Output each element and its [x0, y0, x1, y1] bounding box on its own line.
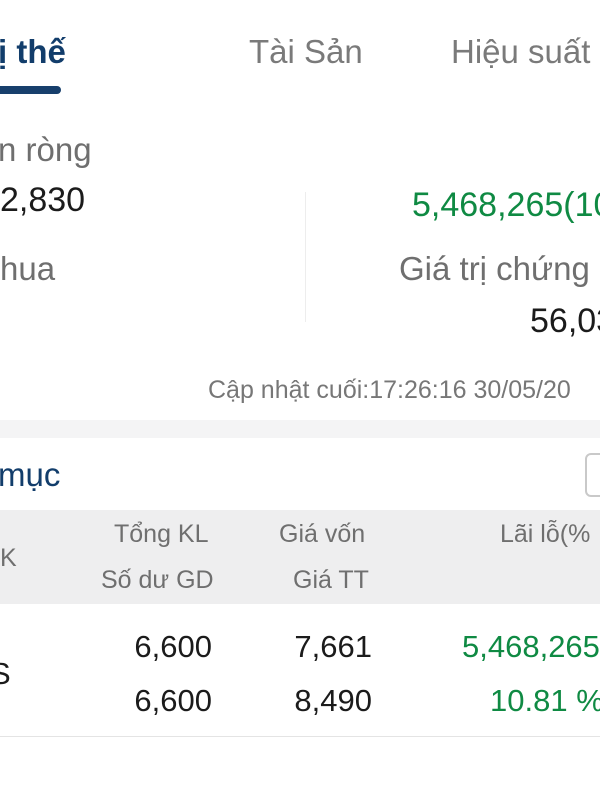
header-cost-price: Giá vốn	[279, 520, 366, 548]
tab-performance[interactable]: Hiệu suất	[451, 32, 590, 72]
portfolio-checkbox[interactable]	[585, 453, 600, 497]
portfolio-title: mục	[0, 456, 61, 493]
securities-value-label: Giá trị chứng	[399, 250, 590, 287]
tab-performance-label: Hiệu suất	[451, 33, 591, 70]
row-divider	[0, 736, 600, 737]
cell-pnl-percent: 10.81 %	[490, 683, 600, 718]
tab-positions-label: ị thế	[0, 33, 66, 70]
net-asset-value: 2,830	[0, 181, 86, 219]
securities-value: 56,03	[530, 302, 600, 340]
tab-assets-label: Tài Sản	[249, 33, 363, 70]
cell-market-price: 8,490	[294, 683, 372, 718]
header-pnl: Lãi lỗ(%	[500, 520, 591, 548]
header-symbol: K	[0, 544, 17, 572]
row-symbol-fragment: S	[0, 656, 11, 691]
cell-total-qty: 6,600	[134, 629, 212, 664]
active-tab-indicator	[0, 86, 61, 94]
last-updated-text: Cập nhật cuối:17:26:16 30/05/20	[208, 376, 571, 404]
header-total-qty: Tổng KL	[114, 520, 209, 548]
header-market-price: Giá TT	[293, 566, 369, 594]
summary-divider	[305, 192, 306, 322]
net-asset-label: n ròng	[0, 131, 92, 168]
tab-positions[interactable]: ị thế	[0, 32, 66, 72]
tab-assets[interactable]: Tài Sản	[249, 32, 363, 72]
cell-tradable-balance: 6,600	[134, 683, 212, 718]
header-tradable-balance: Số dư GD	[101, 566, 214, 594]
profit-loss-value: 5,468,265(10	[412, 186, 600, 224]
section-separator	[0, 420, 600, 438]
cell-cost-price: 7,661	[294, 629, 372, 664]
cell-pnl-value: 5,468,265	[462, 629, 600, 664]
buy-power-label: hua	[0, 250, 56, 287]
